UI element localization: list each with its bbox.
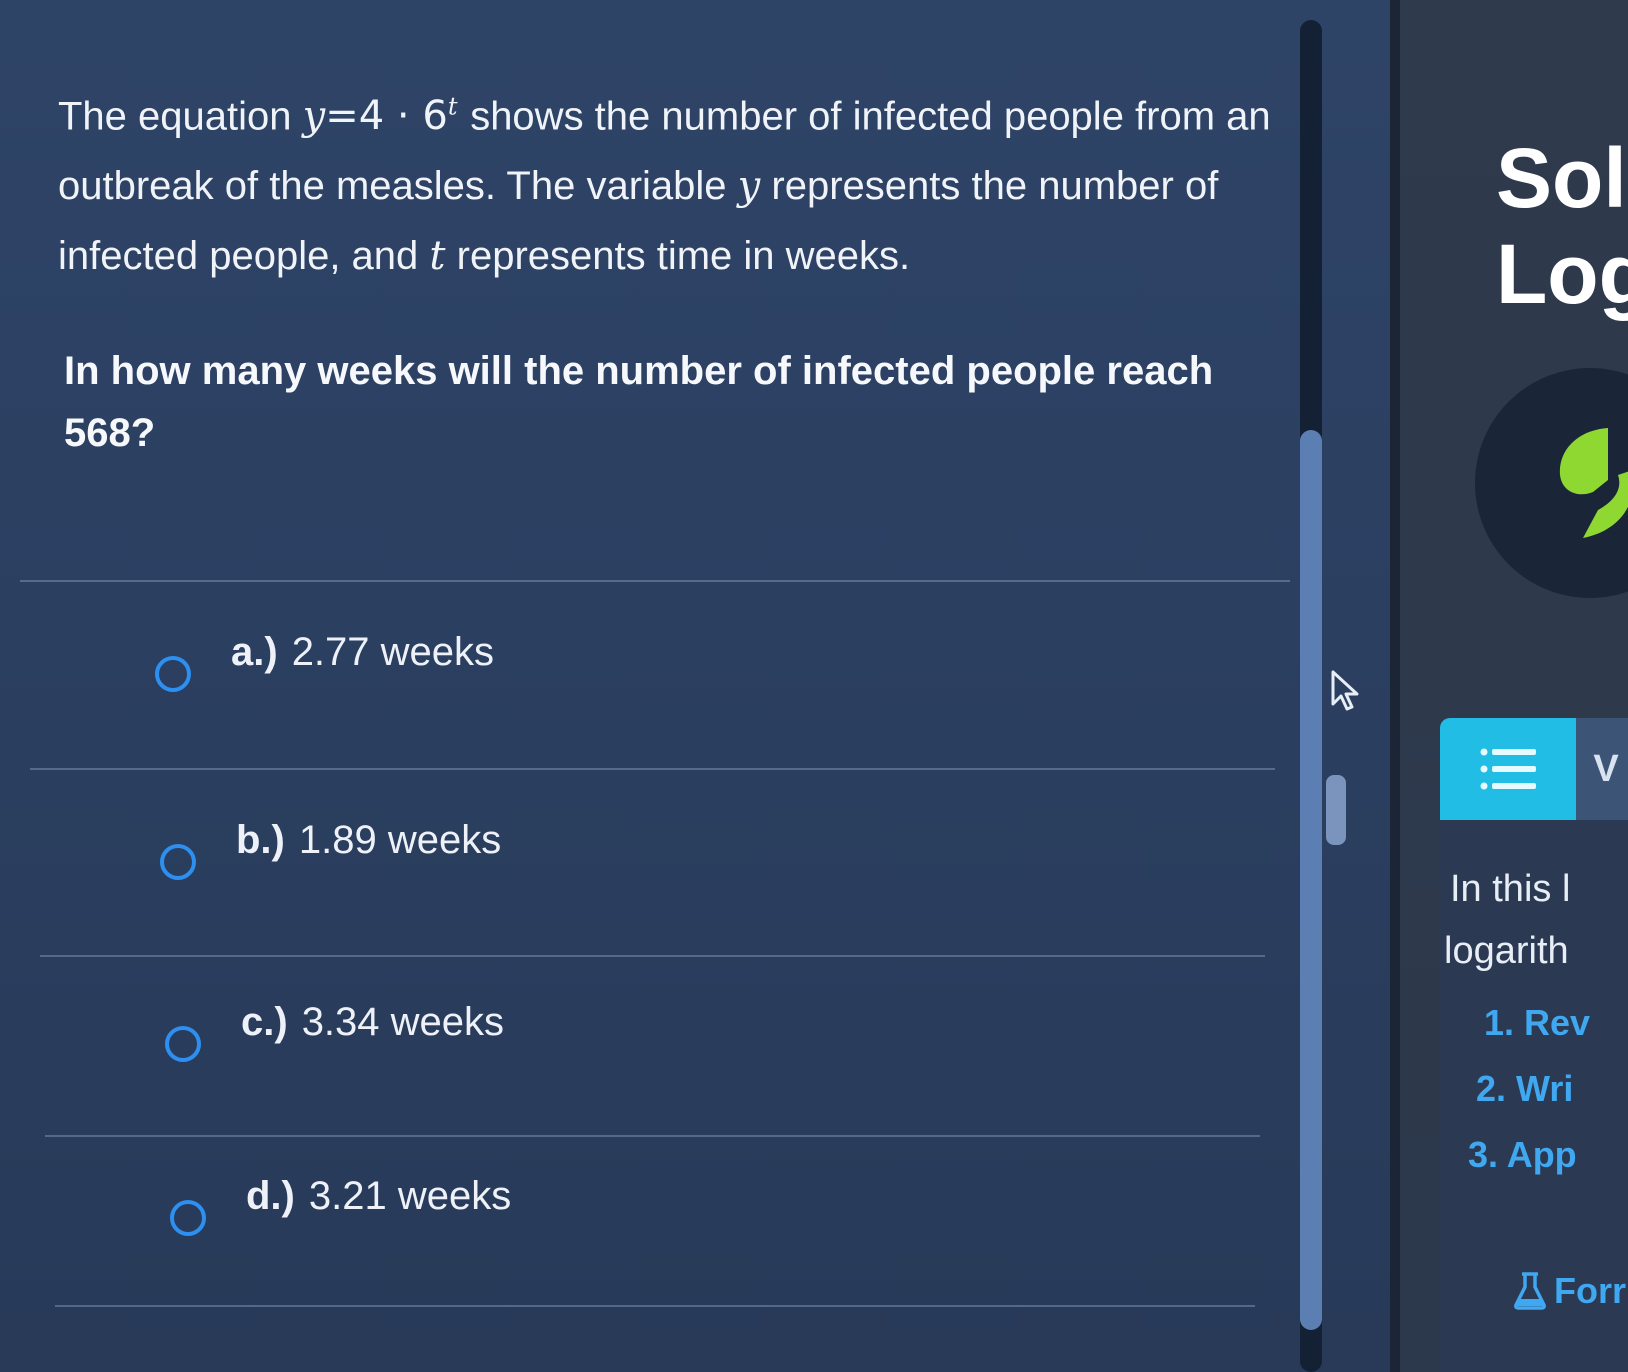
tab-outline[interactable] (1440, 718, 1576, 820)
answer-option-a[interactable]: a.) 2.77 weeks (155, 612, 494, 692)
list-icon (1480, 748, 1536, 790)
question-text: The equation y=4 · 6t shows the number o… (58, 93, 1271, 280)
mouse-cursor-icon (1331, 670, 1359, 711)
scrollbar-handle[interactable] (1326, 775, 1346, 845)
equation: y=4 · 6t (302, 93, 458, 140)
divider (20, 580, 1290, 582)
lesson-step-2[interactable]: 2. Wri (1476, 1068, 1573, 1110)
radio-button-d[interactable] (170, 1200, 206, 1236)
lesson-text-line: In this l (1450, 868, 1571, 910)
radio-button-a[interactable] (155, 656, 191, 692)
divider (45, 1135, 1260, 1137)
answer-option-d[interactable]: d.) 3.21 weeks (170, 1156, 511, 1236)
side-panel-title: Sol Log (1496, 131, 1628, 321)
lightning-logo-icon (1559, 428, 1628, 538)
divider (55, 1305, 1255, 1307)
side-panel: Sol Log V In this l logarith 1. Rev 2. W… (1400, 0, 1628, 1372)
answer-option-b[interactable]: b.) 1.89 weeks (160, 800, 501, 880)
question-prompt: In how many weeks will the number of inf… (64, 349, 1214, 455)
scrollbar-thumb[interactable] (1300, 430, 1322, 1330)
question-panel: The equation y=4 · 6t shows the number o… (0, 0, 1390, 1372)
lesson-text-line: logarith (1444, 930, 1569, 972)
radio-button-b[interactable] (160, 844, 196, 880)
divider (40, 955, 1265, 957)
answer-option-c[interactable]: c.) 3.34 weeks (165, 982, 504, 1062)
lesson-step-1[interactable]: 1. Rev (1484, 1002, 1590, 1044)
tab-second[interactable]: V (1576, 718, 1628, 820)
flask-icon (1514, 1272, 1546, 1310)
radio-button-c[interactable] (165, 1026, 201, 1062)
lesson-step-3[interactable]: 3. App (1468, 1134, 1577, 1176)
formula-link[interactable]: Forr (1512, 1270, 1626, 1312)
divider (30, 768, 1275, 770)
